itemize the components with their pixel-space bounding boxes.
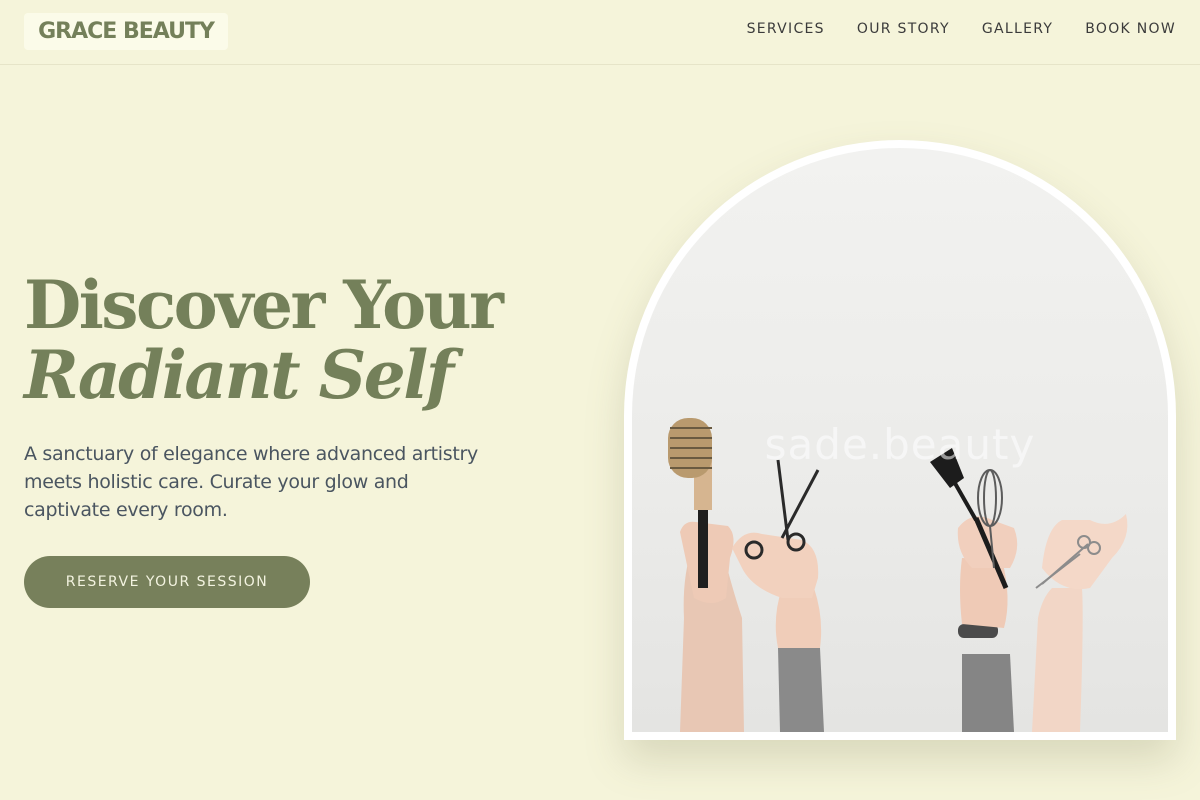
site-header: GRACE BEAUTY SERVICES OUR STORY GALLERY … [0,0,1200,65]
logo[interactable]: GRACE BEAUTY [24,13,228,50]
main-nav: SERVICES OUR STORY GALLERY BOOK NOW [747,21,1176,37]
hero-title: Discover Your Radiant Self [24,270,544,410]
nav-services[interactable]: SERVICES [747,21,825,37]
nav-book-now[interactable]: BOOK NOW [1085,21,1176,37]
nav-our-story[interactable]: OUR STORY [857,21,950,37]
hero-image-frame: sade.beauty [624,140,1176,740]
hero-title-line1: Discover Your [24,266,504,344]
nav-gallery[interactable]: GALLERY [982,21,1053,37]
hero-image: sade.beauty [632,148,1168,732]
reserve-session-button[interactable]: RESERVE YOUR SESSION [24,556,310,608]
hero-subtitle: A sanctuary of elegance where advanced a… [24,443,478,521]
image-watermark: sade.beauty [764,420,1036,469]
hero-title-line2: Radiant Self [24,336,454,414]
